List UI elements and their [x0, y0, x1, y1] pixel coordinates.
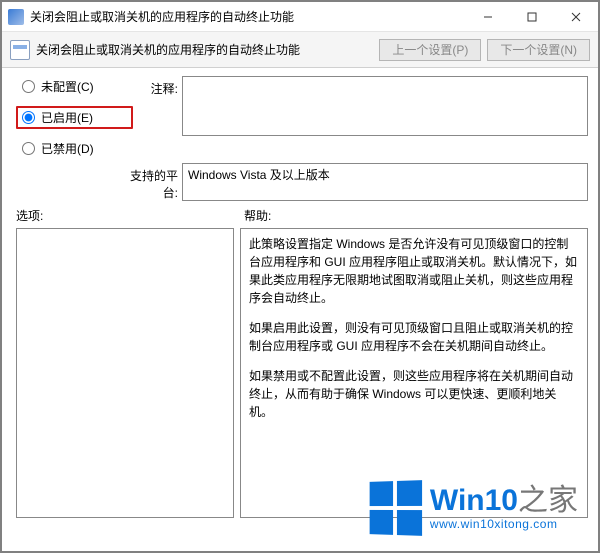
radio-not-configured-label: 未配置(C) [41, 78, 94, 95]
app-icon [8, 9, 24, 25]
help-paragraph: 此策略设置指定 Windows 是否允许没有可见顶级窗口的控制台应用程序和 GU… [249, 235, 579, 307]
help-label: 帮助: [244, 207, 271, 224]
lower-panels: 此策略设置指定 Windows 是否允许没有可见顶级窗口的控制台应用程序和 GU… [2, 226, 598, 526]
options-label: 选项: [16, 207, 244, 224]
radio-enabled-label: 已启用(E) [41, 109, 93, 126]
radio-enabled-input[interactable] [22, 111, 35, 124]
window-controls [466, 2, 598, 31]
radio-disabled-input[interactable] [22, 142, 35, 155]
supported-on-text: Windows Vista 及以上版本 [182, 163, 588, 201]
radio-not-configured-input[interactable] [22, 80, 35, 93]
configuration-area: 未配置(C) 已启用(E) 已禁用(D) 注释: 支持的平台: Windows … [2, 68, 598, 205]
radio-disabled-label: 已禁用(D) [41, 140, 94, 157]
supported-label: 支持的平台: [127, 163, 182, 201]
radio-disabled[interactable]: 已禁用(D) [22, 140, 127, 157]
radio-enabled[interactable]: 已启用(E) [16, 106, 133, 129]
options-panel[interactable] [16, 228, 234, 518]
maximize-button[interactable] [510, 2, 554, 31]
radio-not-configured[interactable]: 未配置(C) [22, 78, 127, 95]
next-setting-button[interactable]: 下一个设置(N) [487, 39, 590, 61]
minimize-button[interactable] [466, 2, 510, 31]
window-title: 关闭会阻止或取消关机的应用程序的自动终止功能 [30, 8, 466, 25]
help-panel[interactable]: 此策略设置指定 Windows 是否允许没有可见顶级窗口的控制台应用程序和 GU… [240, 228, 588, 518]
policy-header: 关闭会阻止或取消关机的应用程序的自动终止功能 上一个设置(P) 下一个设置(N) [2, 32, 598, 68]
policy-icon [10, 40, 30, 60]
comment-label: 注释: [127, 76, 182, 97]
lower-labels: 选项: 帮助: [2, 205, 598, 226]
policy-title: 关闭会阻止或取消关机的应用程序的自动终止功能 [36, 41, 373, 58]
close-button[interactable] [554, 2, 598, 31]
previous-setting-button[interactable]: 上一个设置(P) [379, 39, 481, 61]
help-paragraph: 如果禁用或不配置此设置，则这些应用程序将在关机期间自动终止，从而有助于确保 Wi… [249, 367, 579, 421]
help-paragraph: 如果启用此设置，则没有可见顶级窗口且阻止或取消关机的控制台应用程序或 GUI 应… [249, 319, 579, 355]
comment-textarea[interactable] [182, 76, 588, 136]
state-radio-group: 未配置(C) 已启用(E) 已禁用(D) [22, 76, 127, 157]
title-bar: 关闭会阻止或取消关机的应用程序的自动终止功能 [2, 2, 598, 32]
